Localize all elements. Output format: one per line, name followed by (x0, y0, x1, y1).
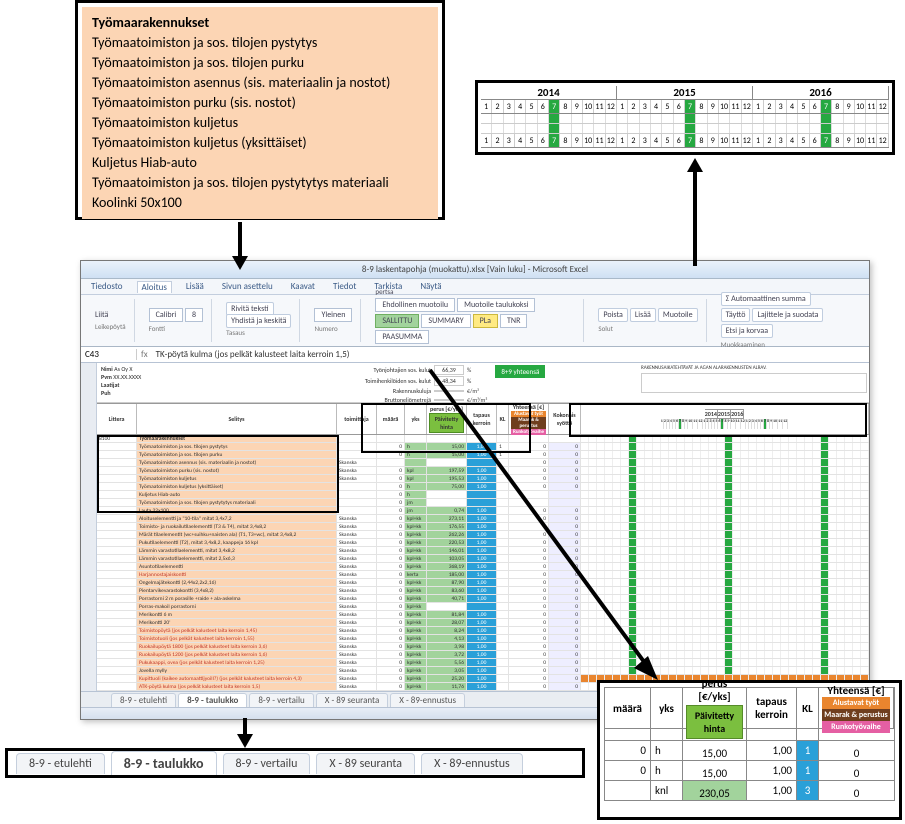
callout1-item: Työmaatoimiston asennus (sis. materiaali… (92, 73, 428, 93)
sheet-tab[interactable]: 8-9 - etulehti (16, 753, 105, 774)
sheet-tab[interactable]: 8-9 - taulukko (178, 693, 247, 707)
paste-button[interactable]: Liitä (95, 310, 126, 320)
ribbon[interactable]: Liitä Leikepöytä Calibri 8 Fontti Rivitä… (81, 295, 869, 347)
sheet-tab[interactable]: 8-9 - vertailu (249, 693, 313, 707)
ribbon-group-font: Calibri 8 Fontti (141, 299, 212, 342)
arrow-callout3 (230, 718, 260, 750)
ribbon-group-cells: Poista Lisää Muotoile Solut (590, 299, 706, 342)
arrow-callout4 (420, 360, 680, 690)
ribbon-tab[interactable]: Kaavat (287, 281, 319, 292)
callout1-item: Työmaatoimiston ja sos. tilojen pystytyt… (92, 173, 428, 193)
callout-sheet-tabs: 8-9 - etulehti 8-9 - taulukko 8-9 - vertai… (5, 748, 585, 778)
callout1-item: Kuljetus Hiab-auto (92, 153, 428, 173)
name-box[interactable]: C43 (81, 349, 137, 360)
row-headers[interactable] (81, 363, 97, 691)
callout1-item: Työmaatoimiston purku (sis. nostot) (92, 93, 428, 113)
sheet-tab[interactable]: 8-9 - vertailu (223, 753, 311, 774)
sheet-tab[interactable]: X - 89 seuranta (316, 753, 415, 774)
sheet-tab[interactable]: X - 89-ennustus (421, 753, 523, 774)
sheet-tab[interactable]: 8-9 - etulehti (111, 693, 176, 707)
callout1-item: Työmaatoimiston kuljetus (92, 113, 428, 133)
ribbon-group-styles: pertsa Ehdollinen muotoilu Muotoile taul… (367, 299, 584, 342)
callout-columns-zoom: määrä yks perus [€/yks] Päivitetty hinta… (597, 680, 902, 820)
callout-timeline-zoom: 201420152016 123456789101112123456789101… (475, 80, 895, 155)
ribbon-tab[interactable]: Tiedot (329, 281, 360, 292)
sheet-tab[interactable]: X - 89-ennustus (390, 693, 465, 707)
callout1-item: Työmaatoimiston ja sos. tilojen purku (92, 53, 428, 73)
ribbon-group-number: Yleinen Numero (306, 299, 361, 342)
ribbon-tab[interactable]: Tiedosto (87, 281, 127, 292)
ribbon-group-clipboard: Liitä Leikepöytä (87, 299, 135, 342)
callout1-item: Koolinki 50x100 (92, 193, 428, 213)
arrow-callout2 (680, 158, 710, 268)
window-title: 8-9 laskentapohja (muokattu).xlsx [Vain … (81, 261, 869, 279)
callout1-item: Työmaatoimiston ja sos. tilojen pystytys (92, 33, 428, 53)
ribbon-tab[interactable]: Lisää (182, 281, 208, 292)
callout1-title: Työmaarakennukset (92, 13, 428, 33)
sheet-tab[interactable]: X - 89 seuranta (316, 693, 389, 707)
callout1-item: Työmaatoimiston kuljetus (yksittäiset) (92, 133, 428, 153)
fx-icon[interactable]: fx (137, 349, 152, 360)
ribbon-group-editing: Σ Automaattinen summa Täyttö Lajittele j… (713, 299, 839, 342)
formula-content[interactable]: TK-pöytä kulma (jos pelkät kalusteet lai… (152, 349, 869, 360)
ribbon-tab[interactable]: Aloitus (137, 281, 172, 293)
ribbon-group-align: Rivitä teksti Yhdistä ja keskitä Tasaus (218, 299, 300, 342)
callout-item-list: Työmaarakennukset Työmaatoimiston ja sos… (75, 0, 445, 220)
arrow-callout1 (225, 222, 255, 272)
ribbon-tab[interactable]: Sivun asettelu (218, 281, 277, 292)
sheet-tab[interactable]: 8-9 - taulukko (111, 751, 217, 775)
